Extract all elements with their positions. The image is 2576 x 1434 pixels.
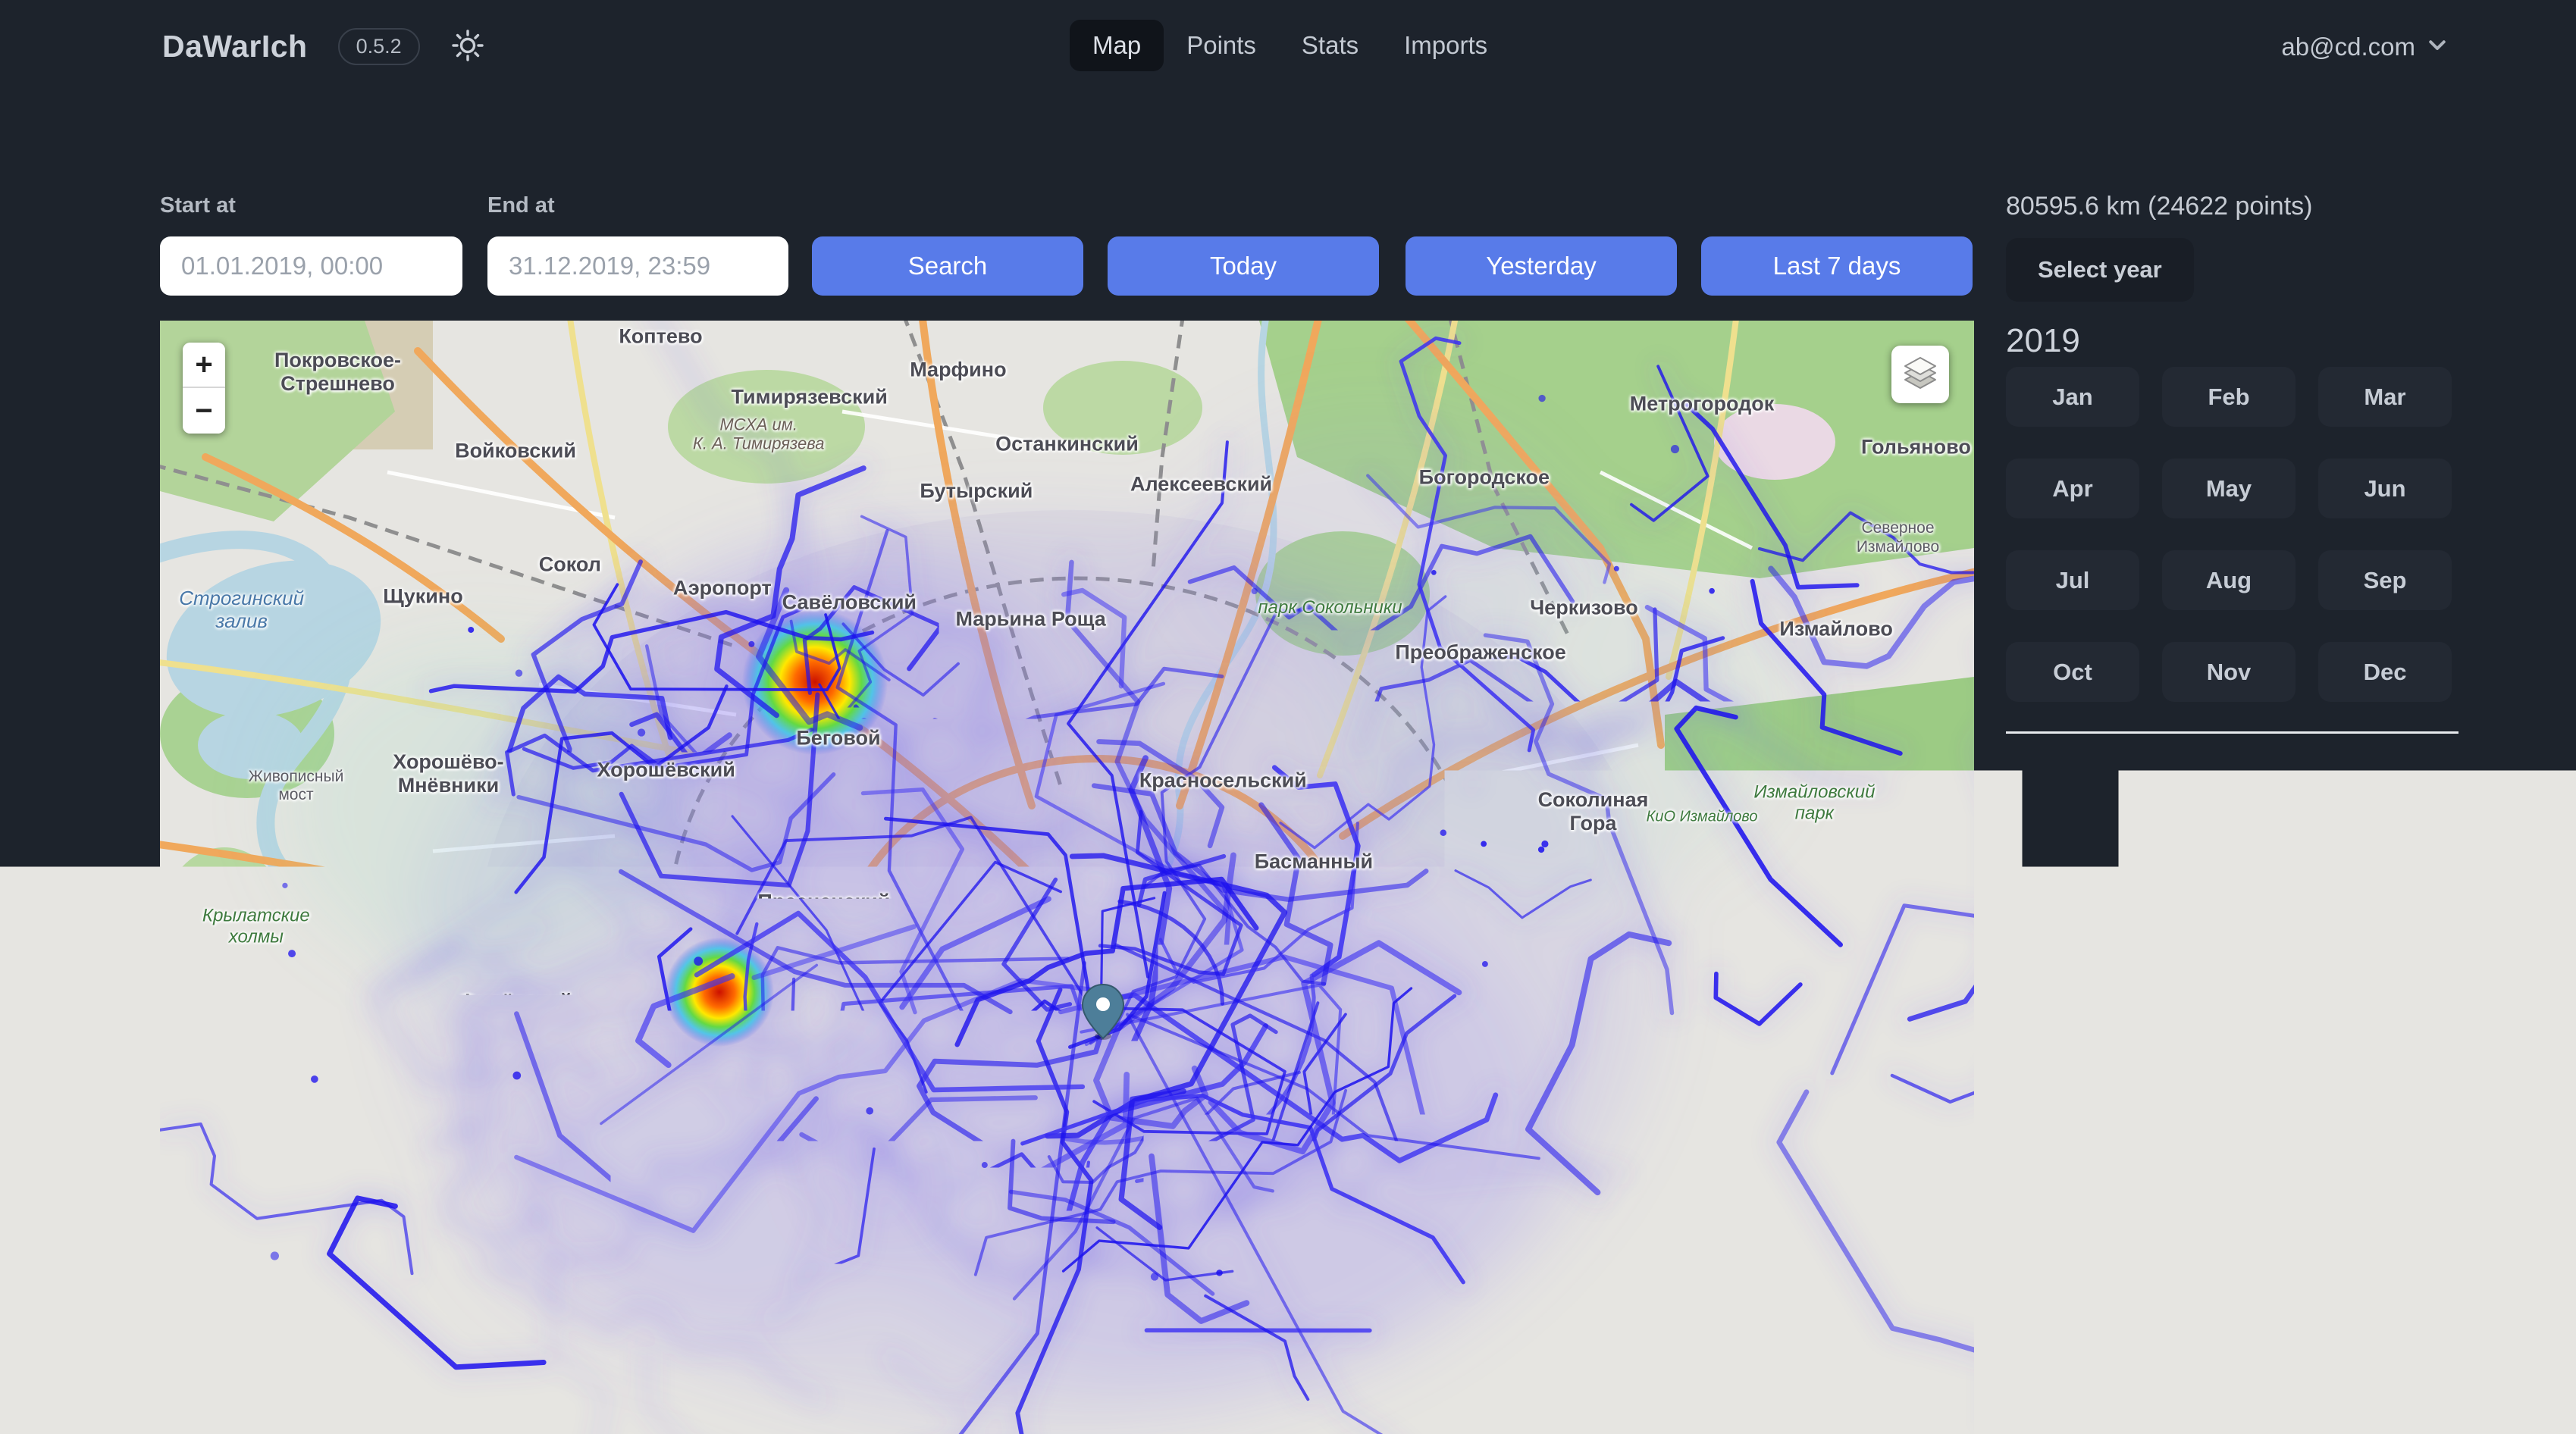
month-button-apr[interactable]: Apr bbox=[2006, 459, 2139, 518]
month-button-oct[interactable]: Oct bbox=[2006, 642, 2139, 702]
month-button-dec[interactable]: Dec bbox=[2318, 642, 2452, 702]
layers-control[interactable] bbox=[1891, 346, 1949, 403]
yesterday-button[interactable]: Yesterday bbox=[1406, 236, 1677, 296]
tab-points[interactable]: Points bbox=[1164, 20, 1279, 71]
map-container[interactable]: КоптевоПокровское- СтрешневоТимирязевски… bbox=[160, 321, 1974, 1434]
month-button-mar[interactable]: Mar bbox=[2318, 367, 2452, 427]
tab-map[interactable]: Map bbox=[1070, 20, 1164, 71]
app-logo: DaWarIch bbox=[162, 29, 308, 64]
month-button-feb[interactable]: Feb bbox=[2162, 367, 2296, 427]
zoom-out-button[interactable]: − bbox=[183, 388, 225, 434]
end-at-label: End at bbox=[487, 193, 555, 218]
user-menu[interactable]: ab@cd.com bbox=[2281, 0, 2449, 93]
map-zoom-control: + − bbox=[183, 343, 225, 434]
header: DaWarIch 0.5.2 MapPointsStatsImports ab@… bbox=[0, 0, 2576, 93]
month-button-jul[interactable]: Jul bbox=[2006, 550, 2139, 610]
month-button-aug[interactable]: Aug bbox=[2162, 550, 2296, 610]
months-grid: Jan Feb Mar Apr May Jun Jul Aug Sep Oct Nov Dec bbox=[2006, 367, 2458, 702]
tab-stats[interactable]: Stats bbox=[1279, 20, 1381, 71]
search-button[interactable]: Search bbox=[812, 236, 1083, 296]
month-button-may[interactable]: May bbox=[2162, 459, 2296, 518]
header-left: DaWarIch 0.5.2 bbox=[162, 0, 485, 93]
month-button-sep[interactable]: Sep bbox=[2318, 550, 2452, 610]
map-artwork bbox=[160, 321, 1974, 1434]
today-button[interactable]: Today bbox=[1108, 236, 1379, 296]
zoom-in-button[interactable]: + bbox=[183, 343, 225, 388]
sun-icon bbox=[450, 28, 485, 65]
tab-imports[interactable]: Imports bbox=[1381, 20, 1510, 71]
chevron-down-icon bbox=[2426, 33, 2449, 60]
user-email: ab@cd.com bbox=[2281, 33, 2415, 61]
main-nav: MapPointsStatsImports bbox=[1070, 20, 1510, 71]
start-at-input[interactable] bbox=[160, 236, 462, 296]
month-button-nov[interactable]: Nov bbox=[2162, 642, 2296, 702]
select-year-button[interactable]: Select year bbox=[2006, 238, 2194, 302]
year-heading: 2019 bbox=[2006, 323, 2458, 359]
last-7-days-button[interactable]: Last 7 days bbox=[1701, 236, 1973, 296]
start-at-label: Start at bbox=[160, 193, 236, 218]
month-button-jun[interactable]: Jun bbox=[2318, 459, 2452, 518]
layers-icon bbox=[1901, 353, 1940, 396]
end-at-input[interactable] bbox=[487, 236, 788, 296]
theme-toggle-button[interactable] bbox=[450, 28, 485, 65]
version-badge: 0.5.2 bbox=[338, 28, 420, 65]
sidebar: 80595.6 km (24622 points) Select year 20… bbox=[2006, 191, 2458, 734]
distance-stats: 80595.6 km (24622 points) bbox=[2006, 191, 2458, 221]
month-button-jan[interactable]: Jan bbox=[2006, 367, 2139, 427]
sidebar-divider bbox=[2006, 731, 2458, 734]
